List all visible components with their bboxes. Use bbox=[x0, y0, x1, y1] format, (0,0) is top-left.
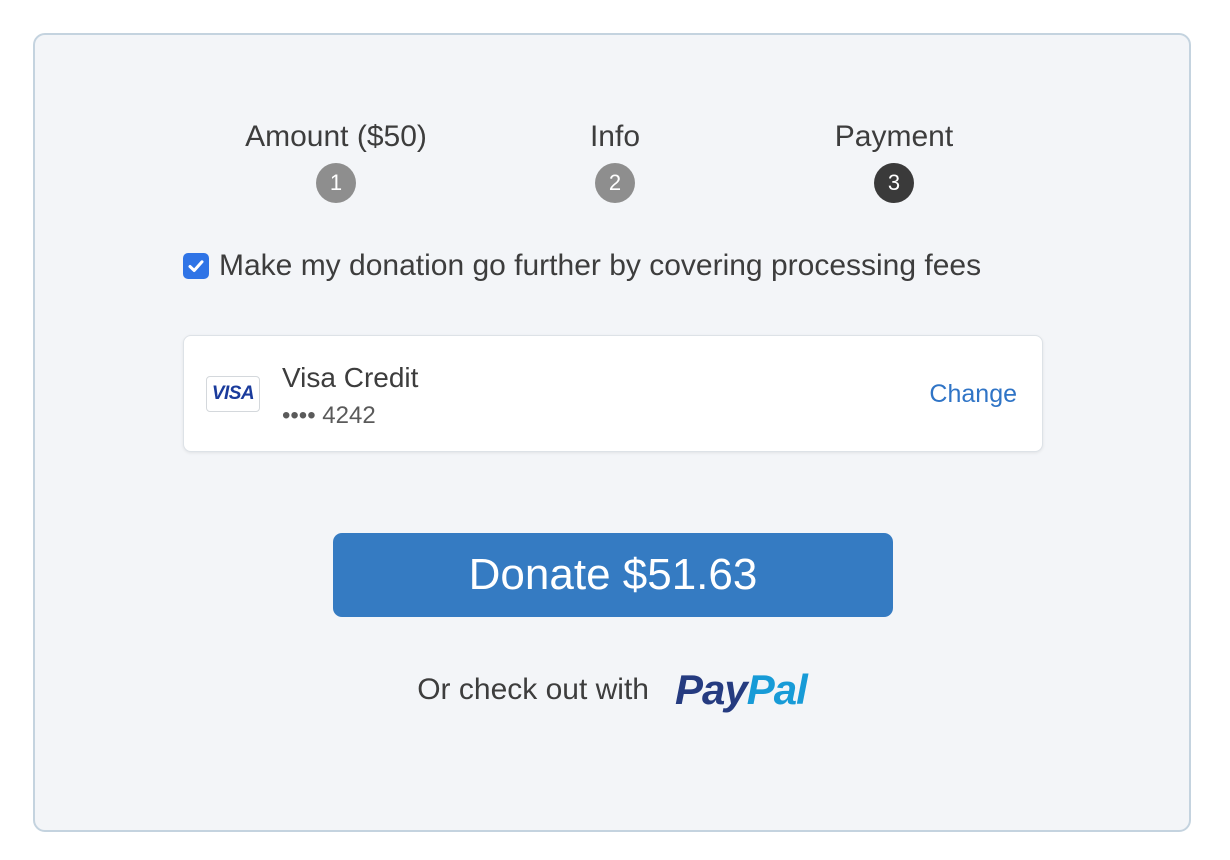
alternative-checkout-text: Or check out with bbox=[417, 673, 649, 706]
step-payment: Payment 3 bbox=[764, 119, 1024, 203]
cover-fees-label: Make my donation go further by covering … bbox=[219, 249, 982, 282]
card-type-name: Visa Credit bbox=[282, 362, 419, 393]
step-info[interactable]: Info 2 bbox=[485, 119, 745, 203]
cover-fees-option[interactable]: Make my donation go further by covering … bbox=[183, 248, 981, 284]
step-number-badge: 3 bbox=[874, 163, 914, 203]
donation-form-panel: Amount ($50) 1 Info 2 Payment 3 Make my … bbox=[33, 33, 1191, 832]
change-payment-link[interactable]: Change bbox=[929, 376, 1017, 412]
step-label: Info bbox=[589, 120, 641, 153]
donate-button[interactable]: Donate $51.63 bbox=[333, 533, 893, 617]
alternative-checkout: Or check out with PayPal bbox=[35, 665, 1189, 715]
step-indicator: Amount ($50) 1 Info 2 Payment 3 bbox=[35, 119, 1189, 209]
card-masked-number: •••• 4242 bbox=[282, 402, 376, 429]
step-number-badge: 1 bbox=[316, 163, 356, 203]
cover-fees-checkbox[interactable] bbox=[183, 253, 209, 279]
step-number-badge: 2 bbox=[595, 163, 635, 203]
step-label: Amount ($50) bbox=[245, 120, 427, 153]
checkmark-icon bbox=[188, 260, 204, 272]
step-amount[interactable]: Amount ($50) 1 bbox=[206, 119, 466, 203]
paypal-logo-pay: Pay bbox=[674, 666, 748, 713]
paypal-logo-pal: Pal bbox=[746, 666, 808, 713]
saved-payment-card: VISA Visa Credit •••• 4242 Change bbox=[183, 335, 1043, 452]
paypal-button[interactable]: PayPal bbox=[674, 665, 808, 715]
step-label: Payment bbox=[834, 120, 954, 153]
visa-logo-icon: VISA bbox=[206, 376, 260, 412]
